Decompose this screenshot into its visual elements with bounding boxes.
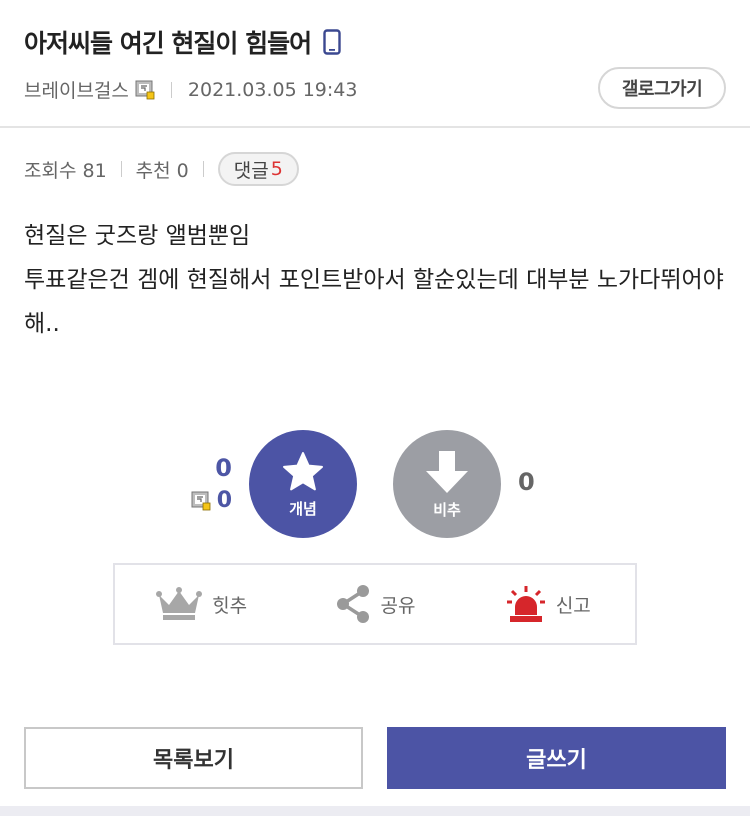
report-button[interactable]: 신고 bbox=[462, 585, 635, 623]
downvote-button[interactable]: 비추 bbox=[393, 430, 501, 538]
share-label: 공유 bbox=[380, 594, 416, 617]
post-datetime: 2021.03.05 19:43 bbox=[187, 78, 358, 101]
best-recommend-label: 힛추 bbox=[212, 594, 248, 617]
list-button[interactable]: 목록보기 bbox=[24, 727, 363, 789]
vote-area: 0 0 개념 비추 0 bbox=[0, 430, 750, 540]
upvote-label: 개념 bbox=[289, 499, 317, 518]
fixed-upvote-count: 0 bbox=[216, 488, 232, 513]
stats-divider bbox=[120, 161, 122, 177]
gallog-button[interactable]: 갤로그가기 bbox=[598, 67, 726, 109]
post-title: 아저씨들 여긴 현질이 힘들어 bbox=[24, 24, 341, 60]
downvote-label: 비추 bbox=[433, 500, 461, 519]
stats-divider bbox=[202, 161, 204, 177]
best-recommend-button[interactable]: 힛추 bbox=[115, 587, 288, 621]
post-title-text: 아저씨들 여긴 현질이 힘들어 bbox=[24, 29, 312, 58]
post-body-line: 현질은 굿즈랑 앨범뿐임 bbox=[24, 223, 251, 249]
post-header: 아저씨들 여긴 현질이 힘들어 브레이브걸스 2021.03.05 19:43 … bbox=[0, 0, 750, 128]
recommend-count: 추천 0 bbox=[135, 159, 189, 182]
fixed-upvote-row: 0 bbox=[150, 488, 232, 513]
view-count: 조회수 81 bbox=[24, 159, 107, 182]
write-button[interactable]: 글쓰기 bbox=[387, 727, 726, 789]
page-bottom-divider bbox=[0, 806, 750, 816]
down-arrow-icon bbox=[426, 450, 468, 493]
siren-icon bbox=[506, 586, 545, 622]
fixed-nick-icon bbox=[135, 80, 155, 100]
comment-count: 5 bbox=[270, 158, 283, 180]
upvote-numbers: 0 0 bbox=[150, 452, 232, 513]
post-stats: 조회수 81 추천 0 댓글 5 bbox=[24, 150, 299, 188]
post-body-line: 투표같은건 겜에 현질해서 포인트받아서 할순있는데 대부분 노가다뛰어야해.. bbox=[24, 267, 724, 337]
share-icon bbox=[336, 585, 369, 623]
downvote-count: 0 bbox=[518, 468, 535, 496]
post-actions: 힛추 공유 신고 bbox=[113, 563, 637, 645]
upvote-button[interactable]: 개념 bbox=[249, 430, 357, 538]
comment-label: 댓글 bbox=[233, 159, 269, 182]
meta-divider bbox=[170, 81, 172, 98]
post-body: 현질은 굿즈랑 앨범뿐임 투표같은건 겜에 현질해서 포인트받아서 할순있는데 … bbox=[24, 214, 734, 346]
bottom-buttons: 목록보기 글쓰기 bbox=[24, 727, 726, 789]
comment-button[interactable]: 댓글 5 bbox=[217, 152, 299, 186]
report-label: 신고 bbox=[555, 594, 591, 617]
share-button[interactable]: 공유 bbox=[288, 584, 461, 624]
author-name[interactable]: 브레이브걸스 bbox=[24, 76, 129, 103]
upvote-count: 0 bbox=[215, 454, 232, 482]
crown-icon bbox=[156, 587, 203, 620]
fixed-nick-icon bbox=[191, 491, 211, 511]
mobile-icon bbox=[323, 29, 341, 55]
star-icon bbox=[283, 451, 323, 490]
post-meta: 브레이브걸스 2021.03.05 19:43 bbox=[24, 76, 357, 103]
